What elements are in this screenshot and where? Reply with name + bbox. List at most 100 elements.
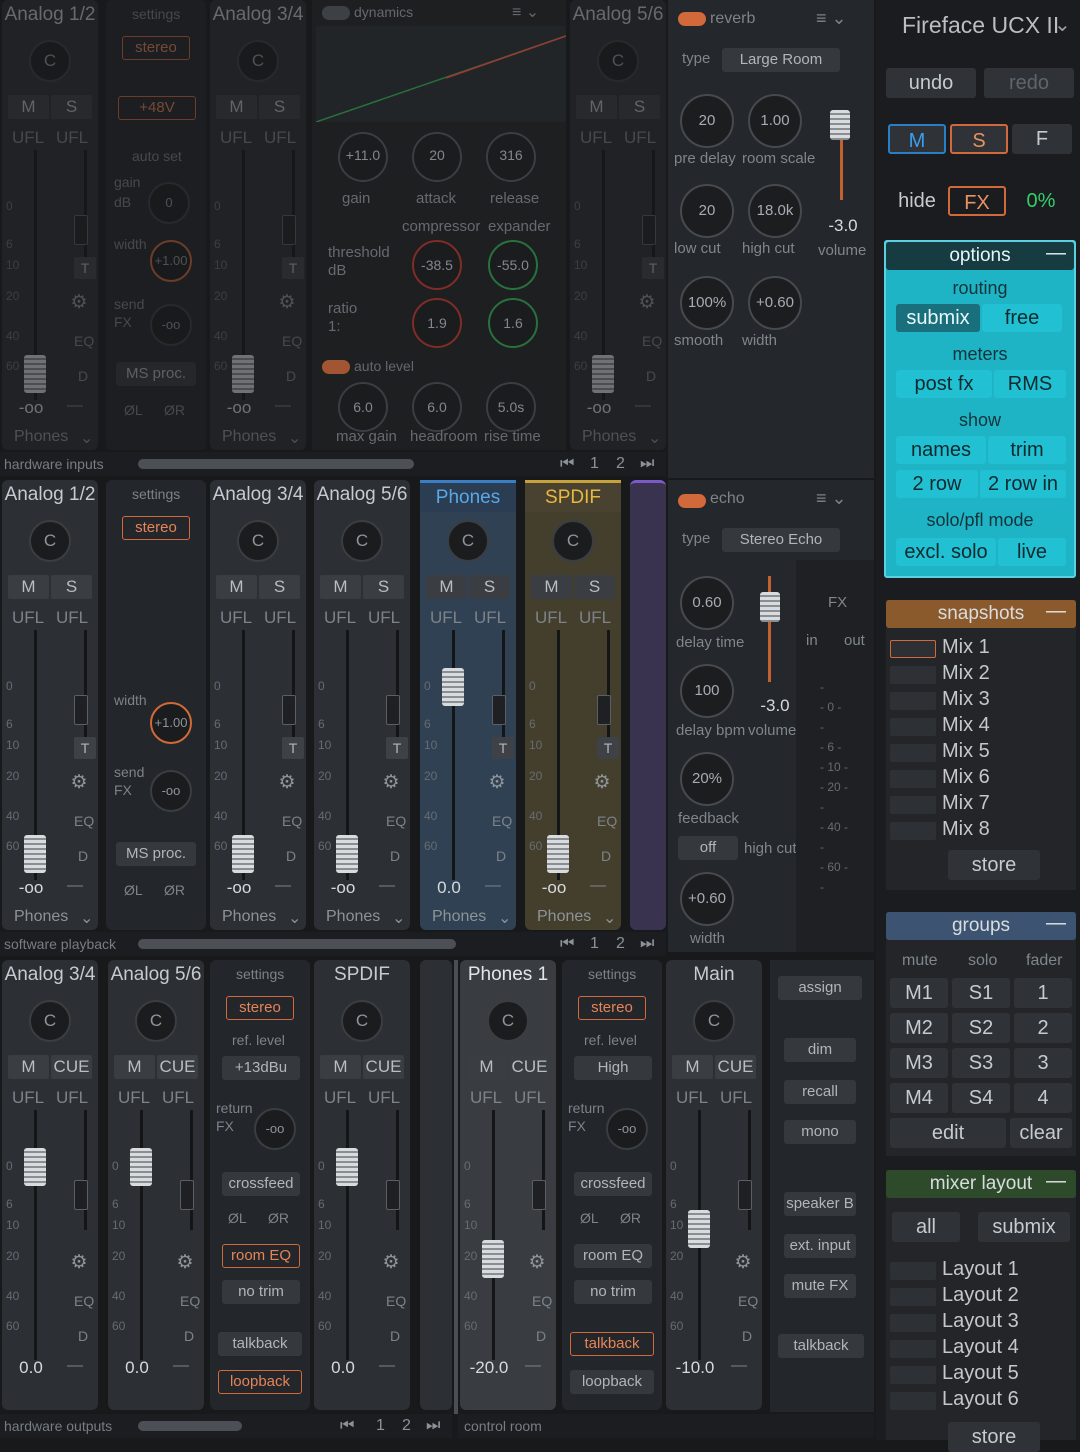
layout-collapse-icon[interactable]: — [1046, 1170, 1066, 1193]
menu-icon[interactable]: ≡ ⌄ [512, 2, 539, 22]
pan-knob[interactable]: C [447, 520, 489, 562]
roomscale-knob[interactable]: 1.00 [748, 94, 802, 148]
layout-item[interactable]: Layout 1 [942, 1258, 1019, 1281]
eq-button[interactable]: EQ [282, 333, 302, 349]
page-1[interactable]: 1 [376, 1414, 385, 1438]
options-collapse-icon[interactable]: — [1046, 242, 1066, 265]
page-prev-icon[interactable]: ⏮ [560, 932, 574, 956]
ms-proc-button[interactable]: MS proc. [116, 842, 196, 866]
layout-all-button[interactable]: all [892, 1212, 960, 1242]
fader-reset-button[interactable]: — [62, 398, 88, 416]
solo-button[interactable]: CUE [363, 1055, 404, 1079]
submix-button[interactable]: submix [896, 304, 980, 332]
page-prev-icon[interactable]: ⏮ [340, 1414, 354, 1438]
eq-button[interactable]: EQ [492, 813, 512, 829]
excl-solo-button[interactable]: excl. solo [896, 538, 996, 566]
snapshot-item[interactable]: Mix 7 [942, 792, 990, 815]
dynamics-button[interactable]: D [286, 848, 296, 864]
solo-button[interactable]: S [51, 575, 92, 599]
group-button[interactable]: M3 [890, 1048, 948, 1078]
echo-toggle[interactable] [678, 494, 706, 508]
page-next-icon[interactable]: ⏭ [640, 932, 654, 956]
stereo-button[interactable]: stereo [226, 996, 294, 1020]
page-1[interactable]: 1 [590, 452, 599, 476]
mute-button[interactable]: M [320, 575, 361, 599]
rms-button[interactable]: RMS [994, 370, 1066, 398]
undo-button[interactable]: undo [886, 68, 976, 98]
trim-button[interactable]: T [282, 737, 304, 759]
snapshot-slot[interactable] [890, 770, 936, 788]
echo-menu-icon[interactable]: ≡ ⌄ [816, 488, 847, 509]
return-knob[interactable]: -oo [254, 1108, 296, 1150]
solo-button[interactable]: CUE [715, 1055, 756, 1079]
settings-gear-icon[interactable]: ⚙ [376, 768, 406, 798]
no-trim-button[interactable]: no trim [222, 1280, 300, 1304]
trim-button[interactable]: T [492, 737, 514, 759]
eq-button[interactable]: EQ [74, 813, 94, 829]
snapshot-store-button[interactable]: store [948, 850, 1040, 880]
mute-button[interactable]: M [8, 95, 49, 119]
trim-button[interactable]: T [642, 257, 664, 279]
eq-button[interactable]: EQ [180, 1293, 200, 1309]
layout-slot[interactable] [890, 1392, 936, 1410]
phase-l-button[interactable]: ØL [124, 882, 143, 898]
fader-reset-button[interactable]: — [630, 398, 656, 416]
solo-button[interactable]: S [259, 95, 300, 119]
maxgain-knob[interactable]: 6.0 [338, 382, 388, 432]
global-solo-button[interactable]: S [950, 124, 1008, 154]
trim-button[interactable]: T [74, 737, 96, 759]
snapshot-item[interactable]: Mix 2 [942, 662, 990, 685]
fader-handle[interactable] [592, 355, 614, 393]
page-prev-icon[interactable]: ⏮ [560, 452, 574, 476]
mute-button[interactable]: M [114, 1055, 155, 1079]
group-button[interactable]: M4 [890, 1083, 948, 1113]
two-row-button[interactable]: 2 row [896, 470, 978, 498]
hw-outputs-scrollbar[interactable] [138, 1421, 242, 1431]
threshold-exp-knob[interactable]: -55.0 [488, 240, 538, 290]
dynamics-button[interactable]: D [646, 368, 656, 384]
hw-inputs-scrollbar[interactable] [138, 459, 414, 469]
two-row-in-button[interactable]: 2 row in [980, 470, 1066, 498]
mute-fx-button[interactable]: mute FX [784, 1274, 856, 1298]
trim-button[interactable]: trim [988, 436, 1066, 464]
mute-button[interactable]: M [8, 1055, 49, 1079]
fader-reset-button[interactable]: — [726, 1358, 752, 1376]
stereo-button[interactable]: stereo [122, 516, 190, 540]
solo-button[interactable]: S [259, 575, 300, 599]
phantom-48v-button[interactable]: +48V [118, 96, 196, 120]
fader-handle[interactable] [232, 355, 254, 393]
mute-button[interactable]: M [576, 95, 617, 119]
fader-reset-button[interactable]: — [168, 1358, 194, 1376]
fader-handle[interactable] [336, 835, 358, 873]
snapshot-slot[interactable] [890, 796, 936, 814]
settings-gear-icon[interactable]: ⚙ [728, 1248, 758, 1278]
pan-knob[interactable]: C [487, 1000, 529, 1042]
fader-reset-button[interactable]: — [270, 398, 296, 416]
groups-clear-button[interactable]: clear [1010, 1118, 1072, 1148]
settings-gear-icon[interactable]: ⚙ [522, 1248, 552, 1278]
ratio-exp-knob[interactable]: 1.6 [488, 298, 538, 348]
width-knob[interactable]: +1.00 [150, 702, 192, 744]
output-select[interactable]: Phones [222, 428, 276, 446]
solo-button[interactable]: S [363, 575, 404, 599]
snapshot-slot[interactable] [890, 718, 936, 736]
ms-proc-button[interactable]: MS proc. [116, 362, 196, 386]
fader-handle[interactable] [688, 1210, 710, 1248]
echo-width-knob[interactable]: +0.60 [680, 872, 734, 926]
output-select[interactable]: Phones [326, 908, 380, 926]
crossfeed-select[interactable]: crossfeed [574, 1172, 652, 1196]
hide-button[interactable]: hide [886, 186, 948, 216]
pan-knob[interactable]: C [341, 520, 383, 562]
pan-knob[interactable]: C [237, 40, 279, 82]
fader-handle[interactable] [442, 668, 464, 706]
dynamics-button[interactable]: D [78, 1328, 88, 1344]
eq-button[interactable]: EQ [74, 1293, 94, 1309]
predelay-knob[interactable]: 20 [680, 94, 734, 148]
reverb-toggle[interactable] [678, 12, 706, 26]
dynamics-button[interactable]: D [390, 1328, 400, 1344]
threshold-comp-knob[interactable]: -38.5 [412, 240, 462, 290]
layout-slot[interactable] [890, 1366, 936, 1384]
output-select[interactable]: Phones [222, 908, 276, 926]
pan-knob[interactable]: C [237, 520, 279, 562]
fader-handle[interactable] [130, 1148, 152, 1186]
